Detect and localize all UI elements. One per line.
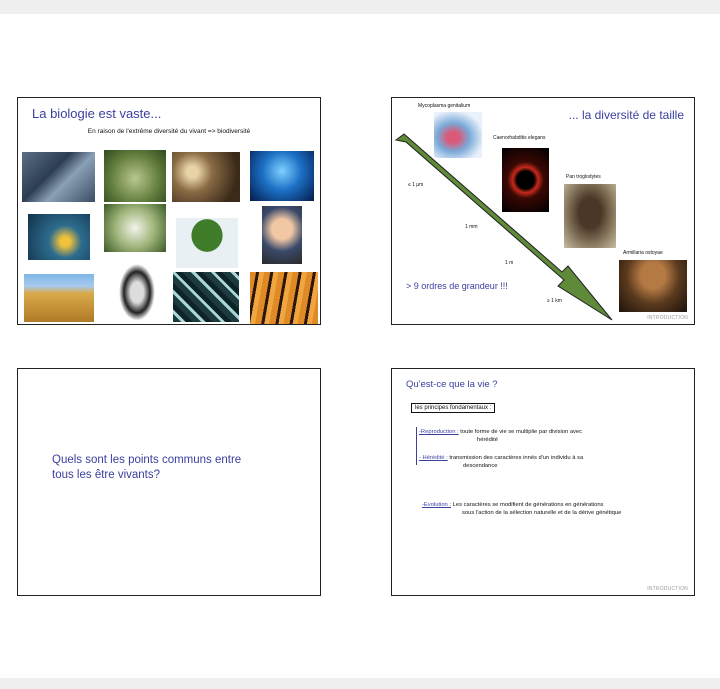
principles-box: les principes fondamentaux :: [411, 403, 496, 413]
question-line-2: tous les être vivants?: [52, 469, 161, 481]
slide-1-title: La biologie est vaste...: [32, 106, 162, 121]
heredite-item: - Hérédité : transmission des caractères…: [419, 455, 583, 470]
heredite-label: - Hérédité :: [419, 455, 448, 461]
slide-4-thumbnail[interactable]: Qu'est-ce que la vie ? les principes fon…: [391, 368, 695, 596]
reproduction-text-1: toute forme de vie se multiplie par divi…: [460, 429, 583, 435]
reproduction-text-2: hérédité: [477, 436, 498, 443]
reproduction-item: -Reproduction : toute forme de vie se mu…: [419, 429, 582, 444]
bacteria-photo: [173, 272, 239, 322]
scale-meter: 1 m: [505, 260, 514, 266]
top-bar: [0, 0, 720, 14]
question-line-1: Quels sont les points communs entre: [52, 454, 242, 466]
slide-3-question: Quels sont les points communs entre tous…: [52, 453, 241, 483]
tree-photo: [176, 218, 238, 268]
slide-2-footer: INTRODUCTION: [647, 315, 688, 321]
jellyfish-photo: [250, 151, 314, 201]
evolution-text-1: Les caractères se modifient de génératio…: [452, 502, 604, 508]
fish-photo: [28, 214, 90, 260]
reproduction-label: -Reproduction :: [419, 429, 459, 435]
evolution-text-2: sous l'action de la sélection naturelle …: [462, 509, 622, 516]
heredite-text-2: descendance: [463, 462, 498, 469]
bottom-bar: [0, 678, 720, 689]
organism-label-caenorhabditis: Caenorhabditis elegans: [493, 135, 546, 141]
mushrooms-photo: [172, 152, 240, 202]
heredite-text-1: transmission des caractères innés d'un i…: [449, 455, 584, 461]
evolution-label: -Evolution :: [422, 502, 451, 508]
child-photo: [262, 206, 302, 264]
worm-image: [502, 148, 549, 212]
scale-kilometer: ≥ 1 km: [547, 298, 562, 304]
chimpanzee-image: [564, 184, 616, 248]
evolution-item: -Evolution : Les caractères se modifient…: [422, 502, 621, 517]
organism-label-pan: Pan troglodytes: [566, 174, 601, 180]
orders-of-magnitude: > 9 ordres de grandeur !!!: [406, 281, 508, 291]
machinery-photo: [22, 152, 95, 202]
wheat-photo: [24, 274, 94, 322]
slide-4-footer: INTRODUCTION: [647, 586, 688, 592]
slide-1-thumbnail[interactable]: La biologie est vaste... En raison de l'…: [17, 97, 321, 325]
tiger-photo: [250, 272, 318, 324]
slide-4-title: Qu'est-ce que la vie ?: [406, 379, 498, 390]
slide-2-thumbnail[interactable]: Mycoplasma genitalium Caenorhabditis ele…: [391, 97, 695, 325]
scale-millimeter: 1 mm: [465, 224, 478, 230]
slide-2-title: ... la diversité de taille: [568, 108, 684, 122]
armillaria-image: [619, 260, 687, 312]
principles-divider: [416, 427, 417, 465]
mycoplasma-image: [434, 112, 482, 158]
scale-micrometer: ≤ 1 µm: [408, 182, 424, 188]
beetle-photo: [114, 256, 160, 322]
organism-label-mycoplasma: Mycoplasma genitalium: [418, 103, 471, 109]
slide-3-thumbnail[interactable]: Quels sont les points communs entre tous…: [17, 368, 321, 596]
slide-1-subtitle: En raison de l'extrême diversité du viva…: [87, 128, 251, 135]
butterfly-photo: [104, 204, 166, 252]
organism-label-armillaria: Armillaria ostoyae: [623, 250, 663, 256]
frog-photo: [104, 150, 166, 202]
